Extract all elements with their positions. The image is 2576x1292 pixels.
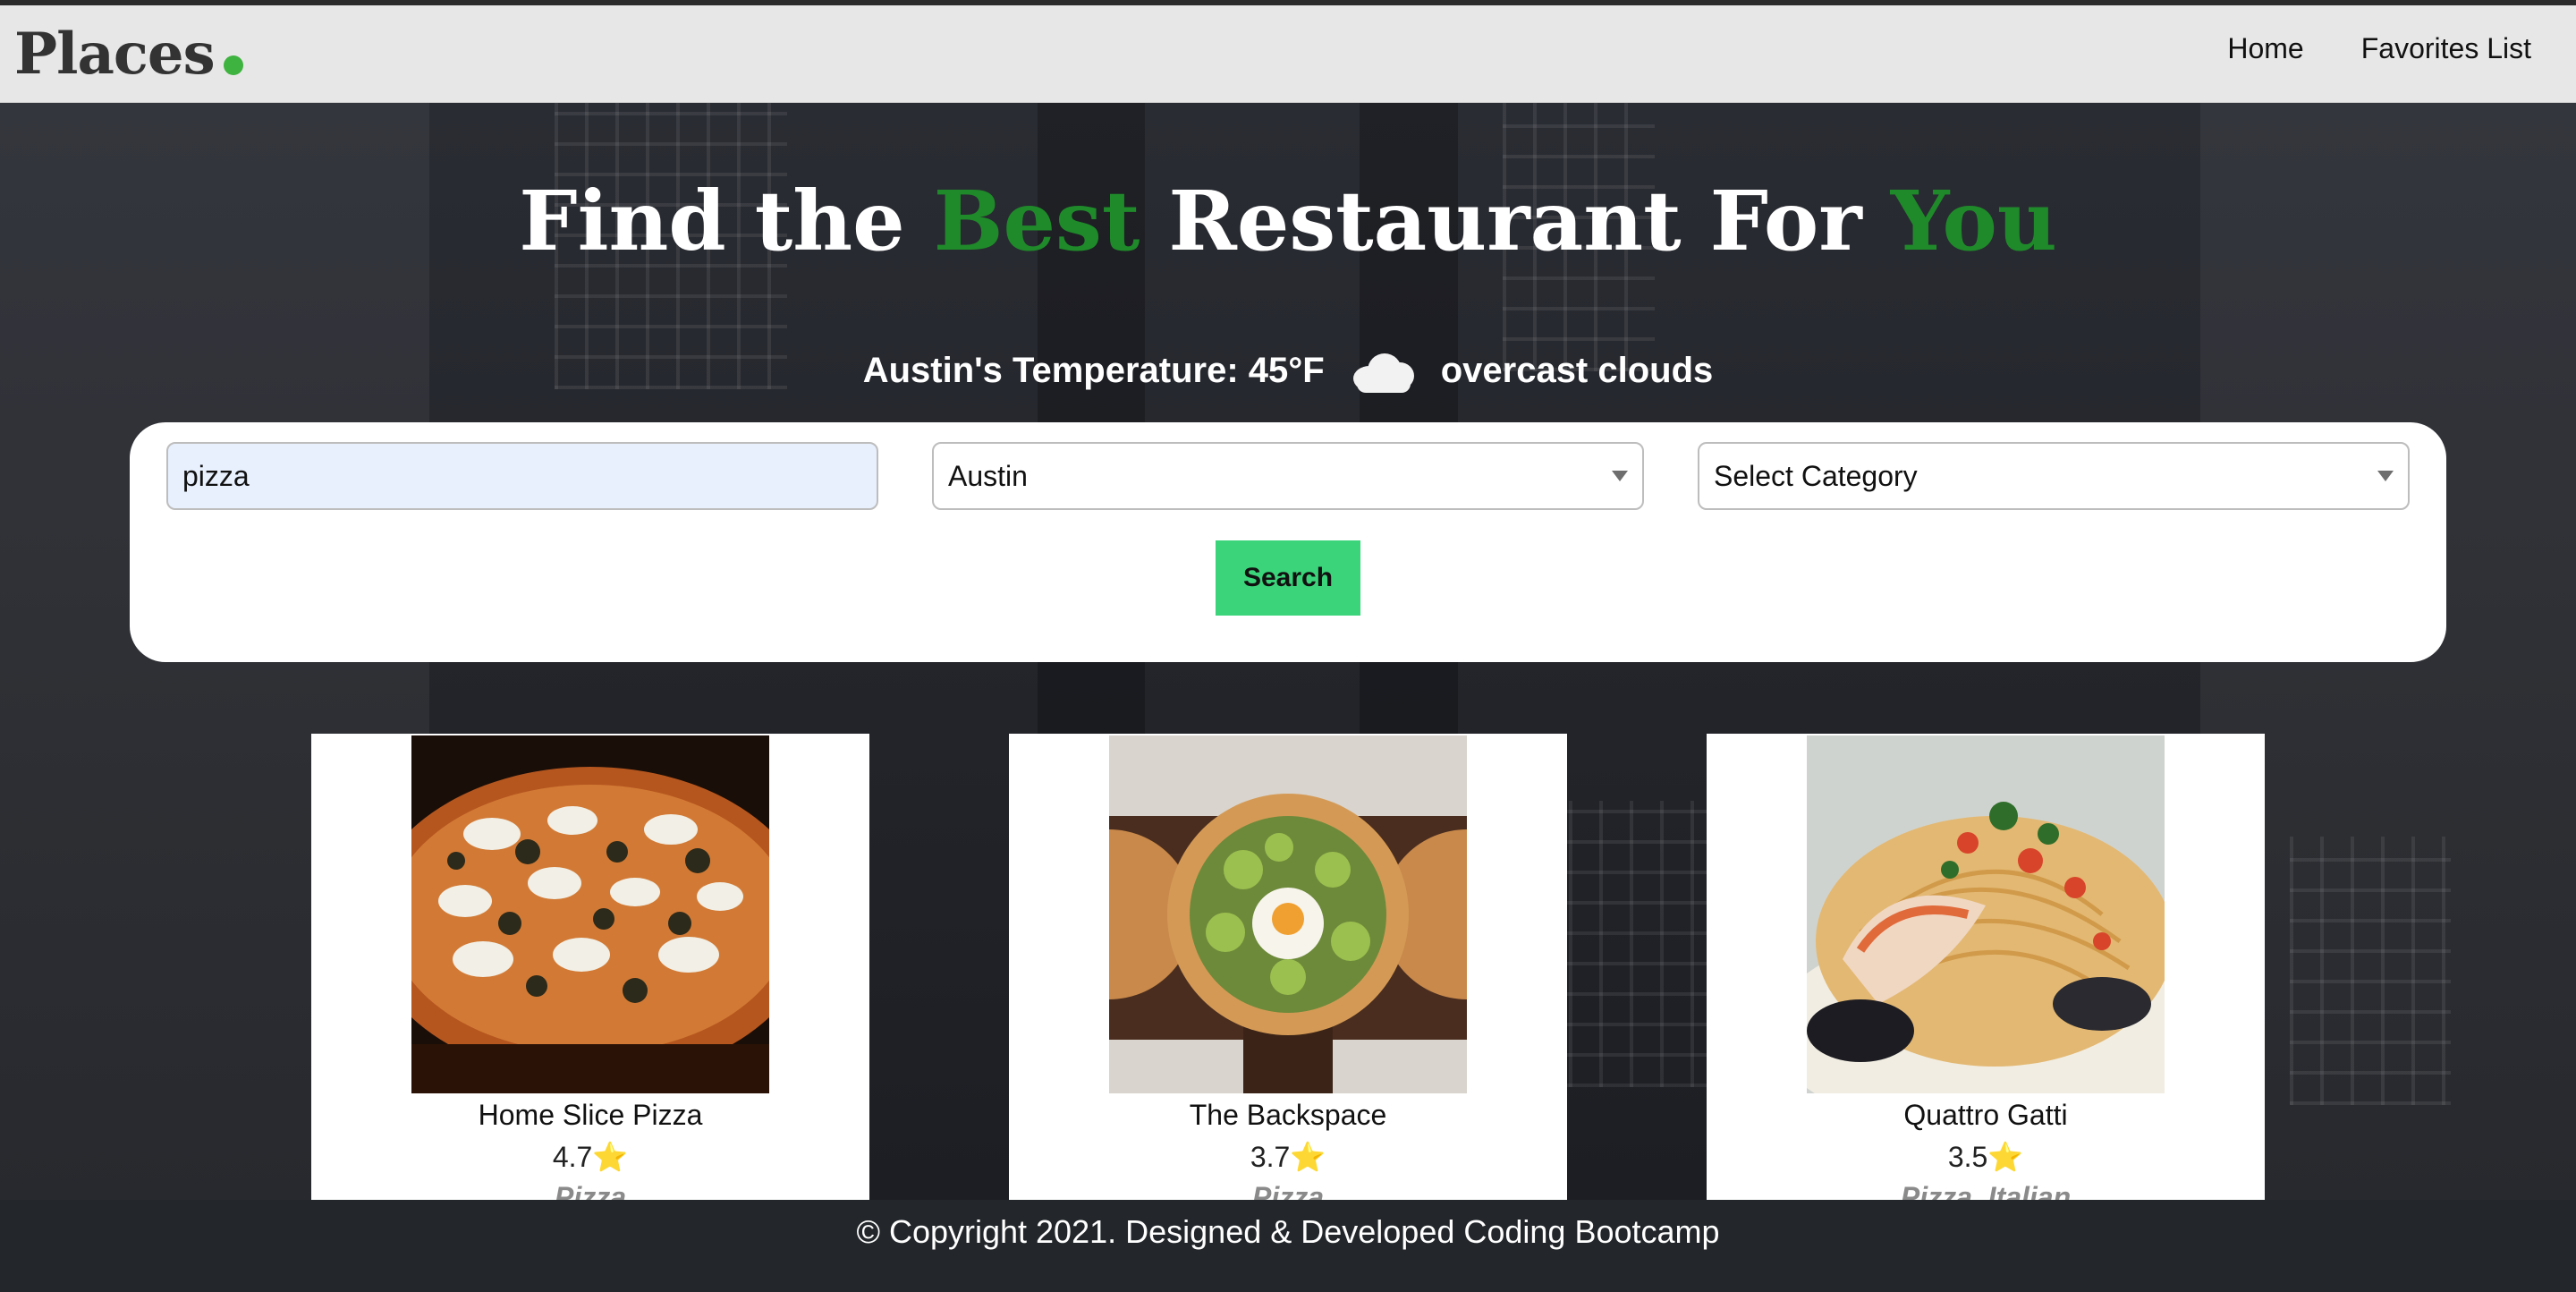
hero-title-part: Find the (519, 173, 934, 269)
hero-title-part: Restaurant For (1140, 173, 1891, 269)
restaurant-image[interactable] (411, 735, 769, 1093)
cloud-icon (1350, 348, 1416, 393)
weather-description: overcast clouds (1440, 350, 1714, 390)
chevron-down-icon (2377, 471, 2394, 481)
star-icon: ⭐ (1987, 1141, 2024, 1173)
footer: © Copyright 2021. Designed & Developed C… (0, 1200, 2576, 1292)
brand-name: Places (14, 20, 216, 88)
brand-logo[interactable]: Places (14, 20, 243, 88)
nav-home-link[interactable]: Home (2227, 32, 2303, 65)
footer-copyright: © Copyright 2021. Designed & Developed C… (856, 1213, 1720, 1250)
category-select-value: Select Category (1714, 459, 1918, 492)
chevron-down-icon (1612, 471, 1628, 481)
background-window (2290, 837, 2451, 1105)
restaurant-card[interactable]: Home Slice Pizza 4.7⭐ Pizza (311, 734, 869, 1201)
weather-temperature: Austin's Temperature: 45°F (862, 350, 1325, 390)
rating-value: 3.7 (1250, 1141, 1291, 1173)
restaurant-category: Pizza (554, 1181, 627, 1201)
search-input[interactable]: pizza (166, 442, 878, 510)
search-button[interactable]: Search (1216, 540, 1360, 616)
restaurant-card[interactable]: Quattro Gatti 3.5⭐ Pizza, Italian (1707, 734, 2265, 1201)
star-icon: ⭐ (592, 1141, 629, 1173)
rating-value: 4.7 (552, 1141, 593, 1173)
category-select[interactable]: Select Category (1698, 442, 2410, 510)
restaurant-rating: 4.7⭐ (311, 1140, 869, 1174)
nav-links: Home Favorites List (2227, 32, 2531, 65)
restaurant-rating: 3.7⭐ (1009, 1140, 1567, 1174)
rating-value: 3.5 (1947, 1141, 1988, 1173)
restaurant-category: Pizza (1251, 1181, 1325, 1201)
restaurant-card[interactable]: The Backspace 3.7⭐ Pizza (1009, 734, 1567, 1201)
hero-title-highlight: You (1890, 173, 2057, 269)
restaurant-category: Pizza, Italian (1900, 1181, 2072, 1201)
restaurant-image[interactable] (1807, 735, 2165, 1093)
restaurant-name: Quattro Gatti (1903, 1099, 2068, 1131)
restaurant-image[interactable] (1109, 735, 1467, 1093)
hero-title-highlight: Best (933, 173, 1140, 269)
restaurant-rating: 3.5⭐ (1707, 1140, 2265, 1174)
hero-title: Find the Best Restaurant For You (0, 173, 2576, 269)
brand-dot-icon (223, 55, 243, 75)
restaurant-name: Home Slice Pizza (478, 1099, 703, 1131)
city-select[interactable]: Austin (932, 442, 1644, 510)
search-input-value: pizza (182, 459, 250, 492)
city-select-value: Austin (948, 459, 1028, 492)
search-panel: pizza Austin Select Category Search (130, 422, 2446, 662)
star-icon: ⭐ (1290, 1141, 1326, 1173)
weather-info: Austin's Temperature: 45°F overcast clou… (0, 348, 2576, 393)
nav-favorites-link[interactable]: Favorites List (2361, 32, 2531, 65)
navbar: Places Home Favorites List (0, 5, 2576, 103)
restaurant-name: The Backspace (1189, 1099, 1387, 1131)
